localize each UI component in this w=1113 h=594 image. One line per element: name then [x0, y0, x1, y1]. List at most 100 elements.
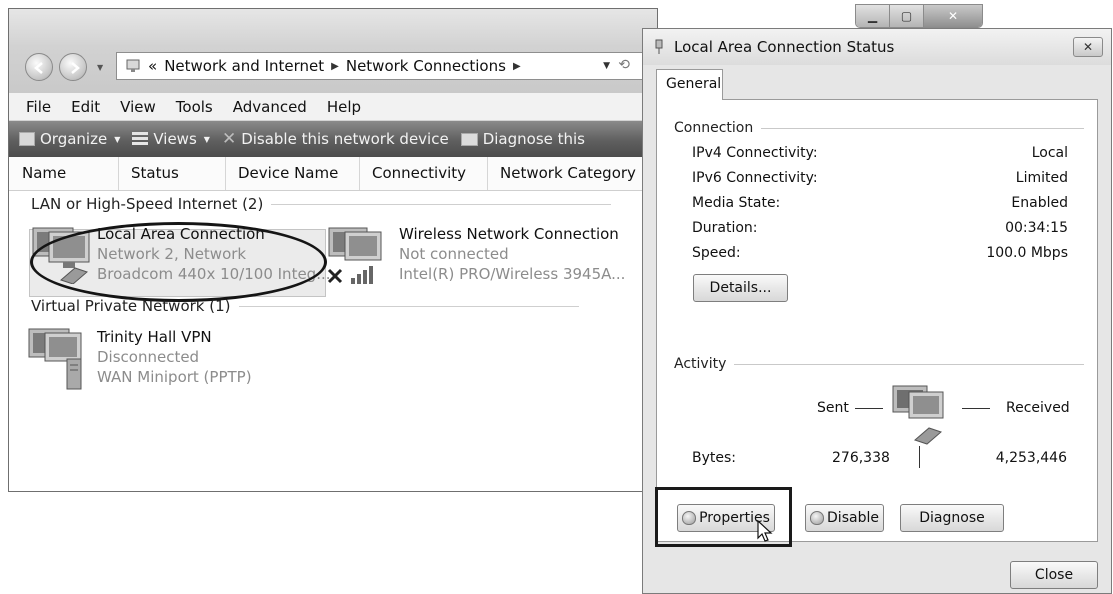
- views-label: Views: [153, 130, 197, 148]
- menu-view[interactable]: View: [120, 98, 156, 116]
- dialog-titlebar: Local Area Connection Status: [643, 29, 1111, 65]
- connection-device: Intel(R) PRO/Wireless 3945A...: [399, 265, 626, 283]
- breadcrumb-network-and-internet[interactable]: Network and Internet: [164, 57, 324, 75]
- column-name[interactable]: Name: [9, 157, 119, 190]
- ipv6-row: IPv6 Connectivity: Limited: [692, 170, 1068, 186]
- section-divider: [761, 127, 1084, 129]
- disable-device-label: Disable this network device: [241, 130, 449, 148]
- minimize-icon: ▁: [867, 9, 878, 23]
- group-header-vpn[interactable]: Virtual Private Network (1): [31, 297, 579, 315]
- speed-value: 100.0 Mbps: [986, 245, 1068, 261]
- forward-arrow-icon: [71, 62, 80, 74]
- properties-highlight-box: [655, 487, 792, 547]
- disable-button[interactable]: Disable: [805, 504, 884, 532]
- trinity-hall-vpn-item[interactable]: Trinity Hall VPN Disconnected WAN Minipo…: [97, 327, 252, 387]
- window-title-area: [9, 9, 657, 93]
- address-dropdown-icon[interactable]: ▼: [603, 61, 610, 71]
- diagnose-connection-button[interactable]: Diagnose this: [460, 130, 586, 148]
- received-indicator: Received: [962, 400, 1070, 416]
- disable-label: Disable: [827, 510, 879, 526]
- uac-shield-icon: [810, 511, 825, 525]
- section-title: Connection: [674, 120, 754, 136]
- column-network-category[interactable]: Network Category: [488, 157, 648, 190]
- address-bar[interactable]: « Network and Internet ▶ Network Connect…: [116, 52, 651, 80]
- breadcrumb-separator-icon[interactable]: ▶: [331, 61, 339, 72]
- column-status[interactable]: Status: [119, 157, 226, 190]
- sent-line: [854, 407, 883, 409]
- connection-name: Wireless Network Connection: [399, 225, 619, 243]
- column-device-name[interactable]: Device Name: [226, 157, 360, 190]
- section-title: Activity: [674, 356, 727, 372]
- views-icon: [132, 132, 149, 146]
- details-button[interactable]: Details...: [693, 274, 788, 302]
- menu-edit[interactable]: Edit: [71, 98, 100, 116]
- network-activity-icon: [892, 385, 944, 445]
- column-connectivity[interactable]: Connectivity: [360, 157, 488, 190]
- bytes-label: Bytes:: [692, 450, 737, 466]
- close-icon: ✕: [947, 9, 959, 23]
- network-folder-icon: [126, 59, 140, 72]
- back-arrow-icon: [34, 62, 43, 74]
- maximize-icon: ▢: [900, 9, 913, 23]
- diagnose-connection-label: Diagnose this: [482, 130, 586, 148]
- wireless-network-connection-item[interactable]: Wireless Network Connection Not connecte…: [399, 224, 625, 284]
- disable-device-button[interactable]: ✕ Disable this network device: [222, 129, 449, 149]
- highlight-annotation-oval: [30, 222, 327, 302]
- window-close-button[interactable]: ✕: [924, 5, 982, 27]
- connection-section-header: Connection: [674, 120, 1084, 136]
- vpn-connection-icon: [28, 328, 82, 390]
- sent-indicator: Sent: [817, 400, 883, 416]
- diagnose-button[interactable]: Diagnose: [900, 504, 1004, 532]
- tab-general[interactable]: General: [656, 69, 723, 100]
- received-line: [962, 407, 990, 409]
- column-headers: Name Status Device Name Connectivity Net…: [9, 157, 657, 191]
- address-prefix: «: [148, 57, 158, 75]
- connection-status: Disconnected: [97, 348, 200, 366]
- sent-label: Sent: [817, 400, 849, 416]
- views-button[interactable]: Views ▼: [132, 130, 210, 148]
- ipv6-value: Limited: [1015, 170, 1068, 186]
- speed-row: Speed: 100.0 Mbps: [692, 245, 1068, 261]
- general-tab-panel: Connection IPv4 Connectivity: Local IPv6…: [656, 99, 1098, 542]
- bytes-received-value: 4,253,446: [995, 450, 1067, 466]
- back-button[interactable]: [25, 53, 53, 81]
- media-state-value: Enabled: [1011, 195, 1068, 211]
- recent-pages-dropdown[interactable]: ▼: [97, 63, 103, 72]
- menu-advanced[interactable]: Advanced: [233, 98, 307, 116]
- breadcrumb-network-connections[interactable]: Network Connections: [346, 57, 506, 75]
- media-state-label: Media State:: [692, 195, 781, 211]
- maximize-button[interactable]: ▢: [890, 5, 924, 27]
- activity-section-header: Activity: [674, 356, 1084, 372]
- network-connections-window: ▼ « Network and Internet ▶ Network Conne…: [8, 8, 658, 492]
- close-button[interactable]: Close: [1010, 561, 1098, 589]
- group-divider: [271, 203, 612, 205]
- dialog-title: Local Area Connection Status: [674, 38, 895, 56]
- organize-button[interactable]: Organize ▼: [19, 130, 120, 148]
- forward-button[interactable]: [59, 53, 87, 81]
- refresh-icon[interactable]: ⟲: [618, 57, 630, 73]
- ipv4-value: Local: [1031, 145, 1068, 161]
- duration-value: 00:34:15: [1005, 220, 1068, 236]
- command-toolbar: Organize ▼ Views ▼ ✕ Disable this networ…: [9, 121, 657, 157]
- media-state-row: Media State: Enabled: [692, 195, 1068, 211]
- minimize-button[interactable]: ▁: [856, 5, 890, 27]
- activity-divider: [919, 446, 920, 468]
- group-header-lan[interactable]: LAN or High-Speed Internet (2): [31, 195, 612, 213]
- dialog-close-button[interactable]: ✕: [1073, 37, 1103, 57]
- chevron-down-icon: ▼: [114, 134, 121, 144]
- wireless-connection-icon: [327, 227, 382, 284]
- close-icon: ✕: [1082, 40, 1094, 54]
- menu-tools[interactable]: Tools: [176, 98, 213, 116]
- diagnose-icon: [460, 132, 478, 146]
- menu-file[interactable]: File: [26, 98, 51, 116]
- received-label: Received: [1006, 400, 1070, 416]
- section-divider: [734, 363, 1084, 365]
- chevron-down-icon: ▼: [203, 134, 210, 144]
- duration-row: Duration: 00:34:15: [692, 220, 1068, 236]
- network-adapter-icon: [655, 39, 663, 54]
- ipv4-label: IPv4 Connectivity:: [692, 145, 818, 161]
- breadcrumb-separator-icon[interactable]: ▶: [513, 61, 521, 72]
- organize-label: Organize: [40, 130, 108, 148]
- menu-help[interactable]: Help: [327, 98, 361, 116]
- ipv6-label: IPv6 Connectivity:: [692, 170, 818, 186]
